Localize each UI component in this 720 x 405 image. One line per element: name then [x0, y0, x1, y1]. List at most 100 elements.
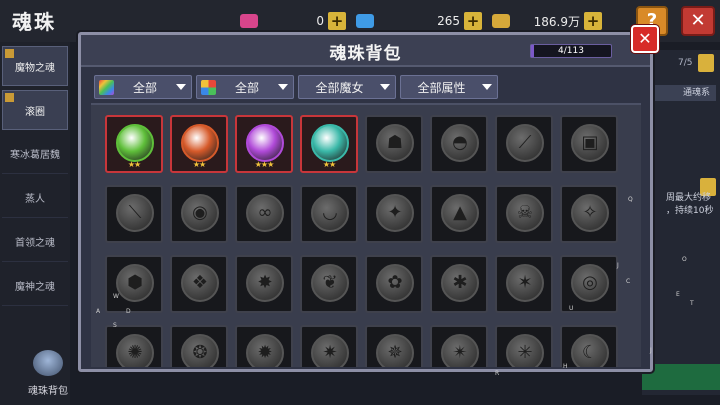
right-panel-text-line: 周最大约移	[666, 193, 712, 203]
sidebar-item-roll[interactable]: 滚圈	[2, 90, 68, 130]
orb-glyph: ✶	[517, 272, 533, 293]
grid-bottom-edge	[91, 367, 641, 369]
close-screen-button[interactable]: ✕	[681, 6, 715, 36]
filter-dropdown-attribute[interactable]: 全部属性	[400, 75, 498, 99]
soul-orb-grid: ★★ ★★ ★★★ ★★ ☗ ◓ ⟋ ▣ ⟍ ◉ ∞ ◡ ✦ ▲ ☠ ✧ ⬢ ❖ ✸ ❦ ✿ ✱ ✶ ◎ ✺ ❂ ✹ ✷ ✵ ✴ ✳ ☾	[91, 103, 641, 369]
filter-label: 全部魔女	[315, 80, 364, 95]
gold-value: 186.9万	[533, 14, 580, 29]
sidebar-item-monster-soul[interactable]: 魔物之魂	[2, 46, 68, 86]
sidebar-item-steam[interactable]: 蒸人	[2, 178, 68, 218]
modal-header: 魂珠背包 4/113	[81, 35, 650, 67]
soul-orb-slot[interactable]: ✱	[430, 255, 488, 313]
stray-mark: C	[626, 278, 631, 285]
soul-orb-slot[interactable]: ⬢	[105, 255, 163, 313]
soul-orb-slot[interactable]: ❖	[170, 255, 228, 313]
fire-claw-orb-icon	[181, 124, 219, 162]
soul-orb-slot[interactable]: ★★	[105, 115, 163, 173]
soul-orb-slot[interactable]: ❂	[170, 325, 228, 369]
orb-glyph: ▲	[453, 202, 467, 223]
soul-orb-slot[interactable]: ★★	[300, 115, 358, 173]
soul-orb-slot[interactable]: ✧	[560, 185, 618, 243]
add-pink-gem-button[interactable]: +	[328, 12, 346, 30]
resource-blue-gem: 265 +	[356, 12, 482, 30]
pink-gem-icon	[240, 14, 258, 28]
soul-orb-slot[interactable]: ❦	[300, 255, 358, 313]
filter-bar: 全部 全部 全部魔女 全部属性	[94, 75, 498, 99]
filter-dropdown-color[interactable]: 全部	[196, 75, 294, 99]
soul-orb-slot[interactable]: ✸	[235, 255, 293, 313]
gold-chest-icon	[492, 14, 510, 28]
right-panel: 7/5 通魂系 周最大约移 ，持续10秒	[642, 50, 720, 395]
soul-orb-slot[interactable]: ✦	[365, 185, 423, 243]
soul-orb-slot[interactable]: ✳	[495, 325, 553, 369]
soul-orb-slot[interactable]: ✵	[365, 325, 423, 369]
orb-glyph: ◉	[192, 202, 208, 223]
right-panel-text-line: ，持续10秒	[666, 206, 714, 216]
sidebar-item-boss-soul[interactable]: 首领之魂	[2, 222, 68, 262]
skull-orb-icon: ☠	[506, 194, 544, 232]
soul-orb-slot[interactable]: ▣	[560, 115, 618, 173]
add-blue-gem-button[interactable]: +	[464, 12, 482, 30]
star-rating: ★★	[127, 160, 141, 169]
teal-gem-orb-icon	[311, 124, 349, 162]
flower-orb-icon: ✿	[376, 264, 414, 302]
add-gold-button[interactable]: +	[584, 12, 602, 30]
soul-orb-slot[interactable]: ✹	[235, 325, 293, 369]
sidebar-item-label: 魔物之魂	[15, 62, 55, 74]
soul-orb-slot[interactable]: ▲	[430, 185, 488, 243]
soul-orb-slot[interactable]: ✴	[430, 325, 488, 369]
cube-orb-icon: ▣	[571, 124, 609, 162]
soul-orb-slot[interactable]: ◓	[430, 115, 488, 173]
filter-dropdown-type[interactable]: 全部	[94, 75, 192, 99]
soul-orb-slot[interactable]: ◉	[170, 185, 228, 243]
filter-dropdown-witch[interactable]: 全部魔女	[298, 75, 396, 99]
right-panel-text: 周最大约移 ，持续10秒	[646, 192, 713, 218]
sidebar-item-demon-god-soul[interactable]: 魔神之魂	[2, 266, 68, 306]
soul-orb-slot[interactable]: ⟋	[495, 115, 553, 173]
orb-glyph: ☠	[516, 202, 534, 223]
soul-orb-slot[interactable]: ★★	[170, 115, 228, 173]
chevron-down-icon	[482, 84, 492, 90]
soul-orb-slot[interactable]: ◡	[300, 185, 358, 243]
soul-orb-slot[interactable]: ✶	[495, 255, 553, 313]
pink-gem-value: 0	[316, 14, 324, 28]
capacity-text: 4/113	[558, 46, 584, 56]
soul-orb-slot[interactable]: ★★★	[235, 115, 293, 173]
soul-orb-slot[interactable]: ∞	[235, 185, 293, 243]
sidebar-item-label: 蒸人	[25, 194, 45, 205]
orb-glyph: ❂	[192, 342, 208, 363]
right-panel-top-button[interactable]	[698, 54, 714, 72]
soul-orb-slot[interactable]: ✷	[300, 325, 358, 369]
orb-glyph: ❖	[191, 272, 209, 293]
soul-bag-modal: 魂珠背包 4/113 全部 全部 全部魔女 全部属性 ★★ ★★ ★★★ ★★ ☗ ◓ ⟋ ▣…	[78, 32, 653, 372]
dragon-orb-icon: ◉	[181, 194, 219, 232]
orb-glyph: ☗	[386, 132, 404, 153]
right-panel-tab[interactable]: 通魂系	[646, 85, 716, 101]
filter-label: 全部	[234, 80, 259, 95]
stray-mark: J	[650, 347, 652, 354]
star-rating: ★★	[322, 160, 336, 169]
soul-orb-slot[interactable]: ☠	[495, 185, 553, 243]
soul-orb-slot[interactable]: ☗	[365, 115, 423, 173]
soul-orb-slot[interactable]: ✿	[365, 255, 423, 313]
chevron-down-icon	[176, 84, 186, 90]
orb-glyph: ⟍	[128, 202, 142, 223]
close-modal-button[interactable]: ✕	[631, 25, 659, 53]
soul-orb-slot[interactable]: ⟍	[105, 185, 163, 243]
soul-bag-button[interactable]: 魂珠背包	[18, 350, 78, 400]
stray-mark: S	[113, 322, 117, 329]
wing-orb-icon: ◡	[311, 194, 349, 232]
mask-orb-icon: ☗	[376, 124, 414, 162]
orb-glyph: ◡	[322, 202, 338, 223]
soul-bag-label: 魂珠背包	[28, 386, 68, 397]
sidebar-item-ice[interactable]: 寒冰葛居魏	[2, 134, 68, 174]
orb-glyph: ✧	[582, 202, 598, 223]
filter-label: 全部属性	[417, 80, 466, 95]
sidebar-item-label: 魔神之魂	[15, 282, 55, 293]
right-panel-count: 7/5	[678, 58, 693, 68]
filter-label: 全部	[132, 80, 157, 95]
orb-glyph: ✹	[257, 342, 273, 363]
soul-orb-slot[interactable]: ☾	[560, 325, 618, 369]
soul-orb-slot[interactable]: ✺	[105, 325, 163, 369]
color-grid-icon	[201, 79, 216, 95]
